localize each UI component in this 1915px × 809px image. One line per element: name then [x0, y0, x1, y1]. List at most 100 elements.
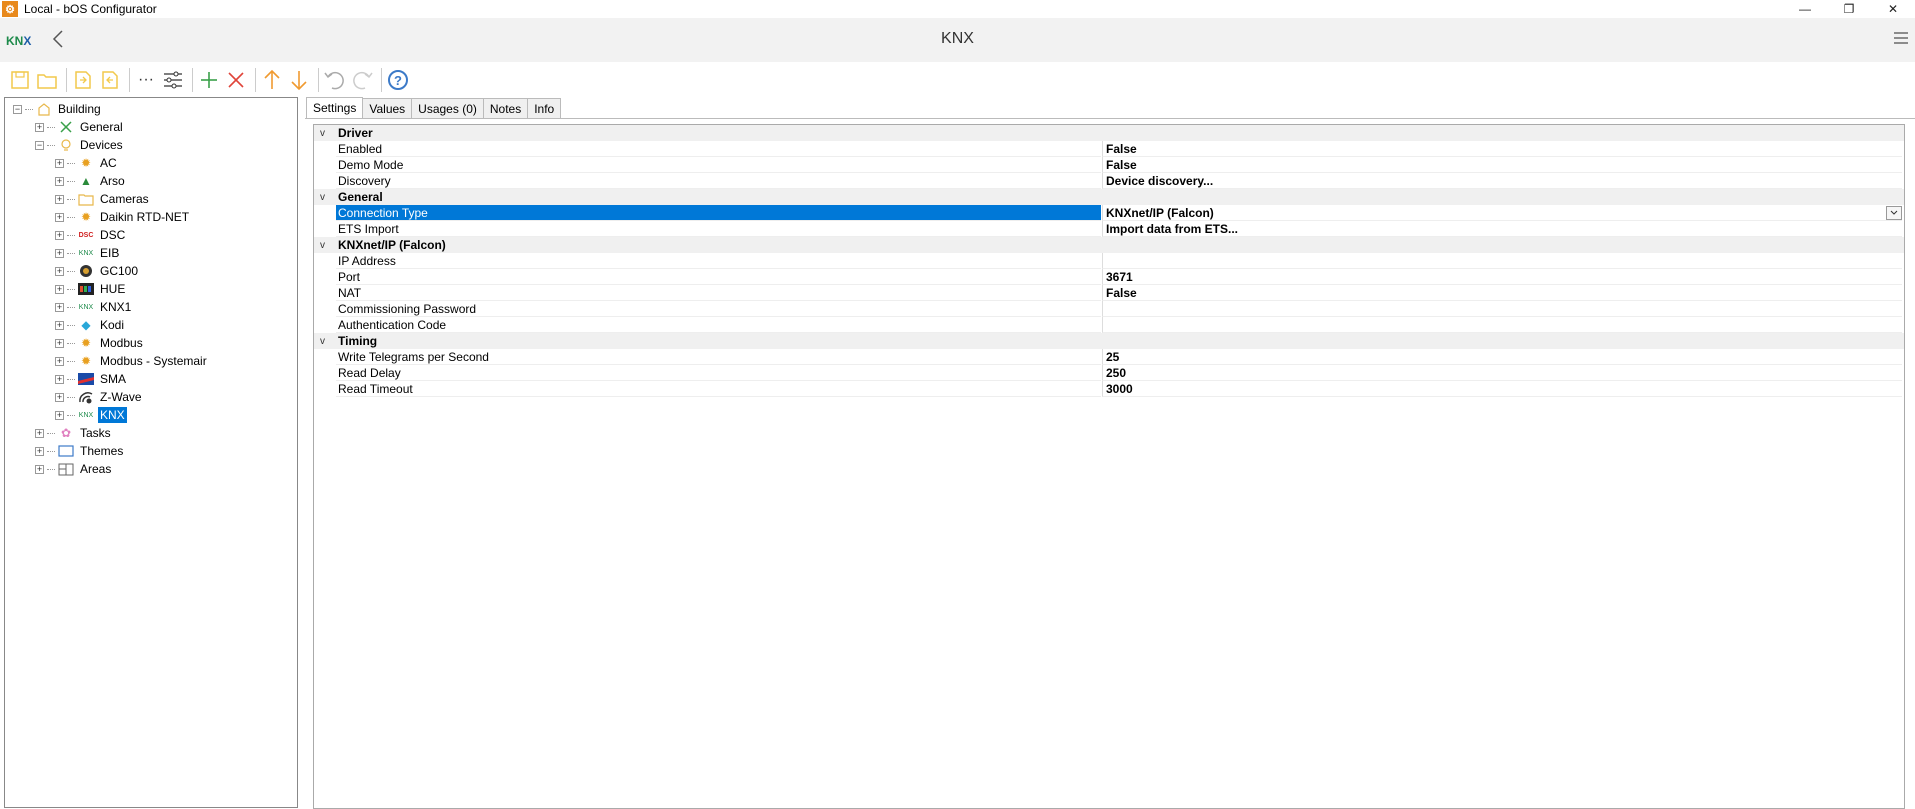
tree-node-tasks[interactable]: + ✿ Tasks	[35, 424, 113, 442]
collapse-toggle[interactable]: −	[13, 104, 22, 114]
lightbulb-icon	[57, 137, 75, 153]
chevron-down-icon[interactable]: v	[320, 128, 325, 139]
folder-icon	[77, 191, 95, 207]
chevron-down-icon[interactable]: v	[320, 336, 325, 347]
property-row-nat[interactable]: NAT False	[314, 285, 1904, 301]
help-button[interactable]: ?	[386, 67, 410, 93]
category-general[interactable]: v General	[314, 189, 1904, 205]
arso-icon: ▲	[80, 174, 92, 188]
tab-bar: Settings Values Usages (0) Notes Info	[306, 97, 562, 118]
export-button[interactable]	[71, 67, 95, 93]
floorplan-icon	[57, 461, 75, 477]
chevron-down-icon	[1890, 210, 1898, 215]
gear-icon: ✹	[80, 354, 92, 368]
move-down-button[interactable]	[287, 67, 311, 93]
property-row-read-delay[interactable]: Read Delay 250	[314, 365, 1904, 381]
tree-node-building[interactable]: − Building	[13, 100, 103, 118]
properties-button[interactable]	[161, 67, 185, 93]
import-button[interactable]	[98, 67, 122, 93]
hamburger-icon	[1894, 32, 1908, 44]
chevron-down-icon[interactable]: v	[320, 240, 325, 251]
property-row-write-telegrams[interactable]: Write Telegrams per Second 25	[314, 349, 1904, 365]
monitor-icon	[57, 443, 75, 459]
property-row-enabled[interactable]: Enabled False	[314, 141, 1904, 157]
tasks-icon: ✿	[60, 426, 72, 440]
collapse-toggle[interactable]: −	[35, 140, 44, 150]
category-timing[interactable]: v Timing	[314, 333, 1904, 349]
property-row-ip-address[interactable]: IP Address	[314, 253, 1904, 269]
knx-icon: KNX	[78, 411, 94, 419]
tab-usages[interactable]: Usages (0)	[411, 98, 484, 118]
delete-button[interactable]	[224, 67, 248, 93]
window-controls: — ❐ ✕	[1783, 0, 1915, 18]
gear-icon: ✹	[80, 156, 92, 170]
more-button[interactable]: ···	[134, 67, 158, 93]
tree-node-modbus-systemair[interactable]: + ✹ Modbus - Systemair	[55, 352, 209, 370]
knx-icon: KNX	[78, 249, 94, 257]
building-tree[interactable]: − Building + General − Devices + ✹ AC + …	[4, 97, 298, 808]
sliders-icon	[164, 71, 182, 89]
arrow-down-icon	[291, 71, 307, 91]
tree-node-daikin[interactable]: + ✹ Daikin RTD-NET	[55, 208, 191, 226]
tree-node-zwave[interactable]: + Z-Wave	[55, 388, 144, 406]
tree-node-devices[interactable]: − Devices	[35, 136, 125, 154]
tree-node-modbus[interactable]: + ✹ Modbus	[55, 334, 145, 352]
save-button[interactable]	[8, 67, 32, 93]
tree-node-dsc[interactable]: + DSC DSC	[55, 226, 127, 244]
property-row-read-timeout[interactable]: Read Timeout 3000	[314, 381, 1904, 397]
toolbar-separator	[381, 68, 382, 92]
tree-node-areas[interactable]: + Areas	[35, 460, 113, 478]
expand-toggle[interactable]: +	[35, 122, 44, 132]
property-grid[interactable]: v Driver Enabled False Demo Mode False D…	[313, 124, 1905, 809]
property-row-commissioning-password[interactable]: Commissioning Password	[314, 301, 1904, 317]
close-button[interactable]: ✕	[1871, 0, 1915, 18]
export-icon	[75, 71, 91, 89]
tree-node-ac[interactable]: + ✹ AC	[55, 154, 119, 172]
gc100-icon	[77, 263, 95, 279]
undo-button[interactable]	[323, 67, 347, 93]
tree-node-knx[interactable]: + KNX KNX	[55, 406, 127, 424]
menu-button[interactable]	[1893, 30, 1909, 51]
redo-icon	[353, 71, 373, 90]
page-title: KNX	[941, 30, 974, 47]
tree-node-hue[interactable]: + HUE	[55, 280, 127, 298]
tree-node-cameras[interactable]: + Cameras	[55, 190, 151, 208]
tree-node-kodi[interactable]: + ◆ Kodi	[55, 316, 126, 334]
window-titlebar: ⚙ Local - bOS Configurator — ❐ ✕	[0, 0, 1915, 18]
header-bar: KNX KNX	[0, 18, 1915, 62]
tree-node-knx1[interactable]: + KNX KNX1	[55, 298, 133, 316]
property-row-authentication-code[interactable]: Authentication Code	[314, 317, 1904, 333]
toolbar-separator	[255, 68, 256, 92]
minimize-button[interactable]: —	[1783, 0, 1827, 18]
move-up-button[interactable]	[260, 67, 284, 93]
gear-icon: ✹	[80, 210, 92, 224]
chevron-down-icon[interactable]: v	[320, 192, 325, 203]
property-row-port[interactable]: Port 3671	[314, 269, 1904, 285]
property-row-demo-mode[interactable]: Demo Mode False	[314, 157, 1904, 173]
tree-node-sma[interactable]: + SMA	[55, 370, 128, 388]
import-icon	[102, 71, 118, 89]
tab-settings[interactable]: Settings	[306, 97, 364, 118]
restore-button[interactable]: ❐	[1827, 0, 1871, 18]
add-button[interactable]	[197, 67, 221, 93]
tree-node-arso[interactable]: + ▲ Arso	[55, 172, 127, 190]
tree-node-themes[interactable]: + Themes	[35, 442, 125, 460]
property-row-ets-import[interactable]: ETS Import Import data from ETS...	[314, 221, 1904, 237]
tab-values[interactable]: Values	[362, 98, 413, 118]
tab-info[interactable]: Info	[527, 98, 562, 118]
property-row-discovery[interactable]: Discovery Device discovery...	[314, 173, 1904, 189]
gear-icon: ✹	[80, 336, 92, 350]
tree-node-gc100[interactable]: + GC100	[55, 262, 140, 280]
tree-node-general[interactable]: + General	[35, 118, 125, 136]
sma-icon	[77, 371, 95, 387]
tools-icon	[57, 119, 75, 135]
category-driver[interactable]: v Driver	[314, 125, 1904, 141]
tree-node-eib[interactable]: + KNX EIB	[55, 244, 121, 262]
category-knxnet-ip[interactable]: v KNXnet/IP (Falcon)	[314, 237, 1904, 253]
zwave-icon	[77, 389, 95, 405]
redo-button[interactable]	[350, 67, 374, 93]
dropdown-button[interactable]	[1886, 206, 1902, 220]
tab-notes[interactable]: Notes	[482, 98, 529, 118]
property-row-connection-type[interactable]: Connection Type KNXnet/IP (Falcon)	[314, 205, 1904, 221]
open-folder-button[interactable]	[35, 67, 59, 93]
